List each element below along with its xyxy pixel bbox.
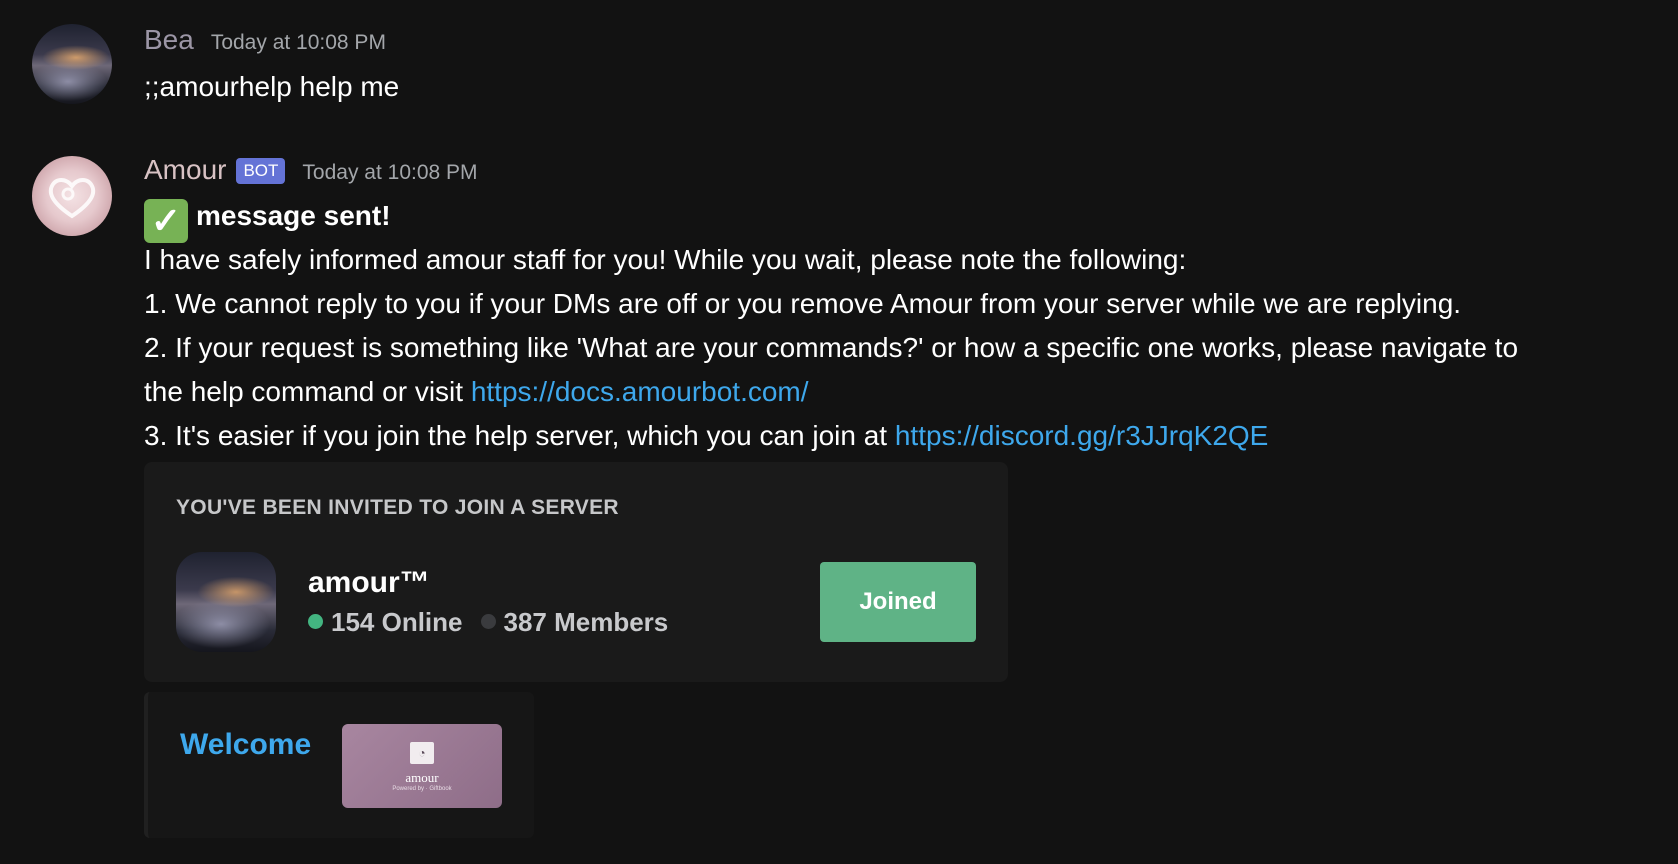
discord-invite-link[interactable]: https://discord.gg/r3JJrqK2QE: [895, 420, 1269, 451]
welcome-embed: Welcome ◔ amour Powered by · Giftbook: [144, 692, 534, 838]
thumbnail-subtext: Powered by · Giftbook: [392, 786, 452, 792]
members-dot-icon: [480, 614, 496, 629]
message-line: I have safely informed amour staff for y…: [144, 244, 1187, 275]
message-header: Bea Today at 10:08 PM: [144, 24, 386, 56]
heading-text: message sent!: [196, 200, 391, 231]
server-name: amour™: [308, 566, 430, 599]
author-name[interactable]: Amour: [144, 154, 226, 186]
member-count: 387 Members: [503, 607, 669, 637]
invite-label: YOU'VE BEEN INVITED TO JOIN A SERVER: [176, 496, 619, 519]
embed-title[interactable]: Welcome: [180, 728, 311, 762]
message-heading: ✓ message sent!: [144, 194, 391, 243]
online-dot-icon: [308, 614, 323, 629]
line-text: the help command or visit: [144, 376, 471, 407]
avatar-bea[interactable]: [32, 24, 112, 104]
timestamp: Today at 10:08 PM: [302, 161, 478, 184]
message-line: 3. It's easier if you join the help serv…: [144, 414, 1268, 458]
joined-button[interactable]: Joined: [820, 562, 976, 642]
message-line: the help command or visit https://docs.a…: [144, 370, 809, 414]
embed-thumbnail[interactable]: ◔ amour Powered by · Giftbook: [342, 724, 502, 808]
timestamp: Today at 10:08 PM: [210, 31, 386, 54]
thumbnail-text: amour: [405, 770, 439, 785]
heart-logo-icon: [48, 178, 96, 219]
thumbnail-logo-icon: ◔: [410, 742, 434, 764]
message-content: ;;amourhelp help me: [144, 71, 400, 102]
message-line: 2. If your request is something like 'Wh…: [144, 332, 1519, 363]
line-text: 3. It's easier if you join the help serv…: [144, 420, 895, 451]
server-icon[interactable]: [176, 552, 276, 652]
docs-link[interactable]: https://docs.amourbot.com/: [471, 376, 809, 407]
check-mark-icon: ✓: [144, 199, 188, 243]
server-stats: 154 Online 387 Members: [308, 607, 668, 638]
bot-tag: BOT: [236, 158, 286, 184]
message-line: 1. We cannot reply to you if your DMs ar…: [144, 288, 1462, 319]
server-invite-card: YOU'VE BEEN INVITED TO JOIN A SERVER amo…: [144, 462, 1008, 682]
message-header: Amour BOT Today at 10:08 PM: [144, 154, 478, 187]
online-count: 154 Online: [331, 607, 463, 637]
avatar-amour[interactable]: [32, 156, 112, 236]
author-name[interactable]: Bea: [144, 24, 194, 56]
